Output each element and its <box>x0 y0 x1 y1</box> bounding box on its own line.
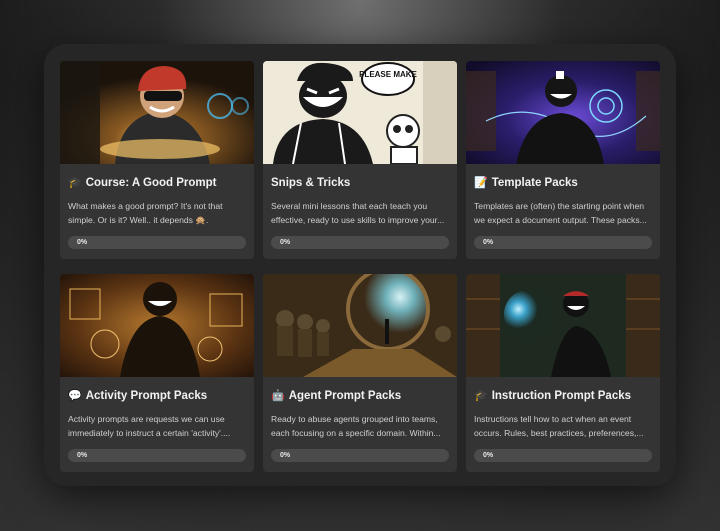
card-thumbnail-golden-diagrams <box>60 274 254 377</box>
progress-label: 0% <box>280 239 291 246</box>
course-card[interactable]: PLEASE MAKE Snips & Tricks Several mini … <box>263 61 457 259</box>
course-card[interactable]: 🎓 Instruction Prompt Packs Instructions … <box>466 274 660 472</box>
card-description: Ready to abuse agents grouped into teams… <box>271 414 441 438</box>
card-thumbnail-portal-agents <box>263 274 457 377</box>
progress-label: 0% <box>77 452 88 459</box>
card-description: What makes a good prompt? It's not that … <box>68 201 223 225</box>
card-description: Templates are (often) the starting point… <box>474 201 647 225</box>
speech-balloon-icon: 💬 <box>68 390 82 402</box>
card-thumbnail-hacker-desk <box>60 61 254 164</box>
course-card[interactable]: 🤖 Agent Prompt Packs Ready to abuse agen… <box>263 274 457 472</box>
graduation-cap-icon: 🎓 <box>68 177 82 189</box>
course-grid-panel: 🎓 Course: A Good Prompt What makes a goo… <box>44 44 676 486</box>
card-title: Instruction Prompt Packs <box>491 390 632 402</box>
card-thumbnail-library-hologram <box>466 274 660 377</box>
card-title: Activity Prompt Packs <box>85 390 208 402</box>
card-title: Template Packs <box>491 177 578 189</box>
progress-label: 0% <box>483 239 494 246</box>
progress-label: 0% <box>280 452 291 459</box>
card-thumbnail-comic-robot: PLEASE MAKE <box>263 61 457 164</box>
progress-bar: 0% <box>474 236 652 249</box>
card-title: Snips & Tricks <box>271 177 351 189</box>
card-title: Agent Prompt Packs <box>288 390 402 402</box>
progress-bar: 0% <box>68 236 246 249</box>
card-description: Instructions tell how to act when an eve… <box>474 414 644 438</box>
progress-bar: 0% <box>271 449 449 462</box>
course-card[interactable]: 🎓 Course: A Good Prompt What makes a goo… <box>60 61 254 259</box>
progress-bar: 0% <box>271 236 449 249</box>
memo-icon: 📝 <box>474 177 488 189</box>
course-card[interactable]: 📝 Template Packs Templates are (often) t… <box>466 61 660 259</box>
course-card[interactable]: 💬 Activity Prompt Packs Activity prompts… <box>60 274 254 472</box>
card-title: Course: A Good Prompt <box>85 177 217 189</box>
speech-bubble-text: PLEASE MAKE <box>359 70 417 79</box>
progress-bar: 0% <box>68 449 246 462</box>
card-description: Activity prompts are requests we can use… <box>68 414 231 438</box>
progress-label: 0% <box>77 239 88 246</box>
graduation-cap-icon: 🎓 <box>474 390 488 402</box>
card-thumbnail-holo-circuits <box>466 61 660 164</box>
card-description: Several mini lessons that each teach you… <box>271 201 445 225</box>
robot-icon: 🤖 <box>271 390 285 402</box>
progress-label: 0% <box>483 452 494 459</box>
progress-bar: 0% <box>474 449 652 462</box>
